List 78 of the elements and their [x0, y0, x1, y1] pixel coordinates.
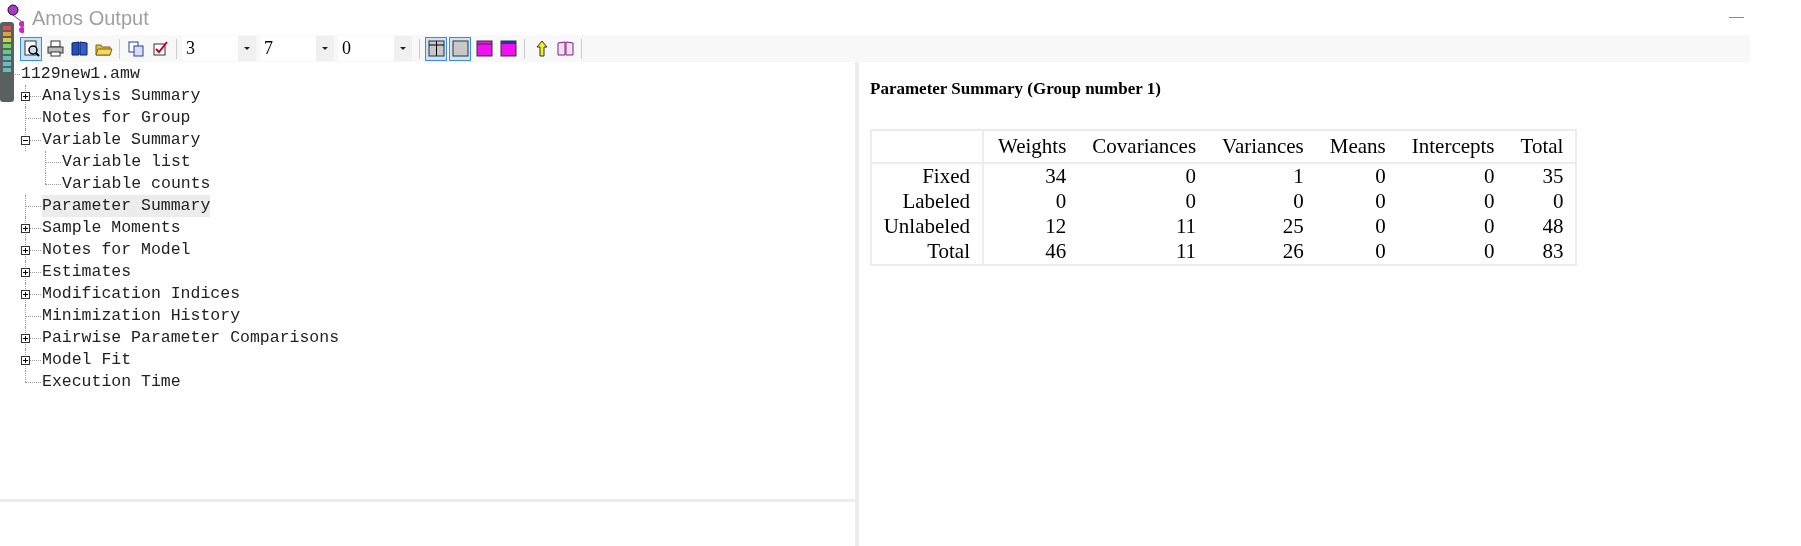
number-dropdown[interactable]: 7 — [260, 36, 334, 61]
expand-box[interactable] — [21, 290, 30, 299]
table-cell-text: 0 — [1483, 214, 1496, 239]
column-header: Weights — [983, 129, 1079, 163]
expand-box[interactable] — [21, 334, 30, 343]
table-cell-text: 0 — [1292, 189, 1305, 214]
table-cell: 0 — [1315, 163, 1398, 189]
table-cell-text: 0 — [1374, 189, 1387, 214]
table-cell-text: 0 — [1483, 189, 1496, 214]
number-dropdown[interactable]: 3 — [182, 36, 256, 61]
book-icon — [69, 39, 89, 58]
tree-item[interactable]: Variable Summary — [42, 129, 201, 151]
row-header: Fixed — [871, 163, 983, 189]
tree-item[interactable]: Variable counts — [62, 173, 211, 195]
column-header: Total — [1506, 129, 1577, 163]
table-cell: 48 — [1506, 214, 1577, 239]
window-icon — [474, 39, 494, 58]
table-cell: 83 — [1506, 239, 1577, 265]
caret-icon — [244, 47, 250, 50]
row-header: Total — [871, 239, 983, 265]
report-heading: Parameter Summary (Group number 1) — [870, 78, 1162, 100]
column-header: Variances — [1208, 129, 1316, 163]
tree-item[interactable]: Analysis Summary — [42, 85, 201, 107]
collapse-box[interactable] — [21, 136, 30, 145]
table-cell: 0 — [1397, 163, 1507, 189]
app-icon — [0, 2, 24, 102]
expand-box[interactable] — [21, 92, 30, 101]
tree-item[interactable]: Model Fit — [42, 349, 132, 371]
expand-box[interactable] — [21, 246, 30, 255]
table-cell: 1 — [1208, 163, 1316, 189]
toolbar-button[interactable] — [425, 36, 447, 61]
table-cell-text: 11 — [1174, 214, 1198, 239]
row-header: Unlabeled — [871, 214, 983, 239]
expand-box[interactable] — [21, 268, 30, 277]
caret-icon — [322, 47, 328, 50]
expand-box[interactable] — [21, 356, 30, 365]
column-header: Covariances — [1078, 129, 1209, 163]
square-icon — [450, 39, 470, 58]
row-header: Labeled — [871, 189, 983, 214]
table-cell-text: 25 — [1281, 214, 1305, 239]
table-cell: 26 — [1208, 239, 1316, 265]
number-dropdown[interactable]: 0 — [338, 36, 412, 61]
table-cell: 0 — [1078, 163, 1209, 189]
window-title: Amos Output — [32, 5, 149, 31]
tree-item[interactable]: 1129new1.amw — [21, 63, 140, 85]
tree-item[interactable]: Notes for Model — [42, 239, 191, 261]
table-cell: 34 — [983, 163, 1079, 189]
table-cell: 12 — [983, 214, 1079, 239]
table-cell: 0 — [983, 189, 1079, 214]
table-cell: 0 — [1506, 189, 1577, 214]
window-icon — [498, 39, 518, 58]
caret-icon — [400, 47, 406, 50]
tree-item[interactable]: Pairwise Parameter Comparisons — [42, 327, 340, 349]
printer-icon — [45, 39, 65, 58]
table-cell-text: 0 — [1184, 189, 1198, 214]
table-cell: 35 — [1506, 163, 1577, 189]
preview-icon — [21, 39, 41, 58]
tree-item[interactable]: Minimization History — [42, 305, 241, 327]
column-header: Intercepts — [1397, 129, 1507, 163]
tree-item[interactable]: Notes for Group — [42, 107, 191, 129]
tree-item[interactable]: Variable list — [62, 151, 191, 173]
crosshair-icon — [426, 39, 446, 58]
toolbar-button[interactable] — [20, 36, 42, 61]
tree-item[interactable]: Estimates — [42, 261, 132, 283]
tree-item[interactable]: Execution Time — [42, 371, 181, 393]
tree-item[interactable]: Modification Indices — [42, 283, 241, 305]
tree-item[interactable]: Parameter Summary — [42, 195, 211, 217]
table-cell-text: 0 — [1374, 214, 1387, 239]
book-icon — [555, 39, 575, 58]
table-cell: 46 — [983, 239, 1079, 265]
tree-item[interactable]: Sample Moments — [42, 217, 181, 239]
table-cell: 11 — [1078, 239, 1209, 265]
table-cell: 0 — [1315, 239, 1398, 265]
column-header: Means — [1315, 129, 1398, 163]
copy-icon — [126, 39, 146, 58]
expand-box[interactable] — [21, 224, 30, 233]
checkbox-icon — [150, 39, 170, 58]
table-cell: 0 — [1397, 239, 1507, 265]
